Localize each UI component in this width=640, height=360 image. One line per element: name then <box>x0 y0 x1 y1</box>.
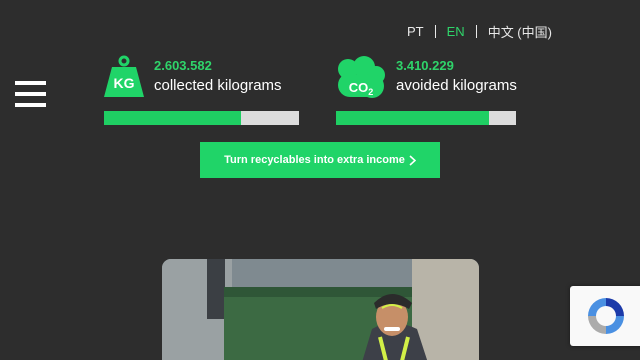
weight-kg-icon: KG <box>104 55 144 97</box>
avoided-kg-label: avoided kilograms <box>396 77 517 94</box>
language-selector: PT EN 中文 (中国) <box>407 22 552 41</box>
recaptcha-icon <box>588 298 624 334</box>
menu-bar <box>15 103 46 107</box>
avoided-kg-value: 3.410.229 <box>396 58 454 73</box>
collected-kg-progress-fill <box>104 111 241 125</box>
co2-icon-text: CO <box>349 80 369 95</box>
co2-icon-sub: 2 <box>368 87 373 97</box>
collected-kg-progress <box>104 111 299 125</box>
hamburger-menu-icon[interactable] <box>15 81 46 108</box>
collected-kg-value: 2.603.582 <box>154 58 212 73</box>
cta-label: Turn recyclables into extra income <box>224 154 405 166</box>
stat-text: 3.410.229 avoided kilograms <box>396 58 517 96</box>
lang-pt[interactable]: PT <box>407 24 424 39</box>
lang-divider <box>475 25 477 38</box>
cyclist-photo <box>162 259 479 360</box>
avoided-kg-progress-fill <box>336 111 489 125</box>
lang-en[interactable]: EN <box>447 24 465 39</box>
avoided-kg-progress <box>336 111 516 125</box>
stat-text: 2.603.582 collected kilograms <box>154 58 282 96</box>
lang-zh[interactable]: 中文 (中国) <box>488 22 552 41</box>
menu-bar <box>15 81 46 85</box>
cloud-co2-icon: CO2 <box>338 56 385 98</box>
chevron-right-icon <box>409 154 416 166</box>
collected-kg-label: collected kilograms <box>154 77 282 94</box>
menu-bar <box>15 92 46 96</box>
lang-divider <box>434 25 436 38</box>
recaptcha-badge[interactable] <box>570 286 640 346</box>
kg-icon-text: KG <box>114 75 135 91</box>
income-cta-button[interactable]: Turn recyclables into extra income <box>200 142 440 178</box>
page: PT EN 中文 (中国) KG 2.603.582 collected kil… <box>0 0 640 360</box>
